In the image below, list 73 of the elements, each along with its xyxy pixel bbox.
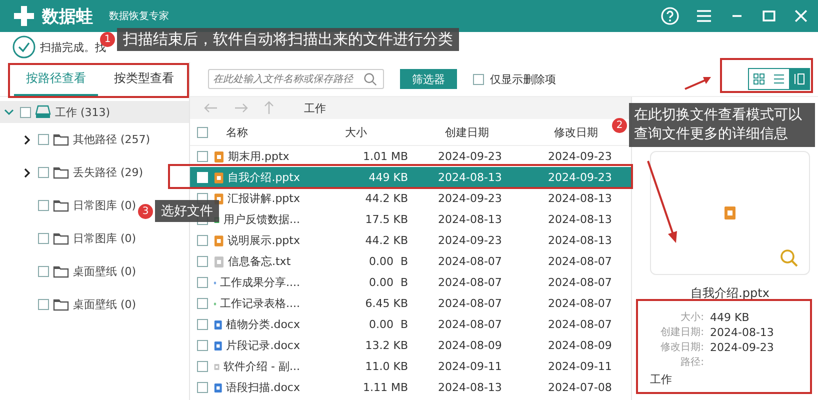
modified-date: 2024-08-13 — [547, 234, 613, 247]
file-size: 0.00 B — [368, 276, 409, 289]
detail-label: 修改日期: — [660, 340, 704, 355]
created-date: 2024-09-23 — [437, 234, 503, 247]
file-size: 449 KB — [368, 171, 409, 184]
modified-date: 2024-08-07 — [547, 255, 613, 268]
step-badge: 2 — [612, 118, 627, 132]
created-date: 2024-09-23 — [437, 192, 503, 205]
file-path: 工作 — [650, 372, 673, 387]
tree-label: 桌面壁纸 (0) — [73, 297, 136, 312]
modified-date: 2024-08-09 — [547, 339, 613, 352]
modified-date: 2024-08-13 — [547, 192, 613, 205]
file-name: 软件介绍 - 副... — [224, 359, 300, 374]
tree-label: 日常图库 (0) — [73, 231, 136, 246]
file-size: 13.2 KB — [364, 339, 409, 352]
breadcrumb: 工作 — [304, 100, 326, 116]
file-size: 1.11 MB — [362, 381, 409, 394]
tree-label: 其他路径 (257) — [73, 132, 150, 147]
preview-file-name: 自我介绍.pptx — [690, 285, 770, 302]
file-name: 信息备忘.txt — [228, 254, 291, 269]
file-size: 11.0 KB — [364, 360, 409, 373]
detail-value: 449 KB — [710, 310, 750, 325]
detail-label: 大小: — [680, 310, 704, 325]
modified-date: 2024-09-11 — [547, 360, 613, 373]
file-name: 语段扫描.docx — [226, 380, 300, 395]
modified-date: 2024-07-08 — [547, 381, 613, 394]
annotation-tooltip: 在此切换文件查看模式可以查询文件更多的详细信息 — [629, 103, 815, 147]
detail-label: 路径: — [680, 356, 704, 370]
file-name: 自我介绍.pptx — [228, 170, 300, 185]
created-date: 2024-08-13 — [437, 213, 503, 226]
created-date: 2024-08-07 — [437, 318, 503, 331]
created-date: 2024-08-07 — [437, 255, 503, 268]
created-date: 2024-08-13 — [437, 171, 503, 184]
file-size: 17.5 KB — [364, 213, 409, 226]
app-name: 数据蛙 — [42, 6, 93, 28]
created-date: 2024-08-07 — [437, 297, 503, 310]
created-date: 2024-08-13 — [437, 381, 503, 394]
tree-label: 桌面壁纸 (0) — [73, 264, 136, 279]
step-badge: 3 — [138, 204, 153, 218]
file-size: 1.01 MB — [362, 150, 409, 163]
modified-date: 2024-08-07 — [547, 276, 613, 289]
detail-value: 2024-08-13 — [710, 325, 775, 340]
file-size: 6.45 KB — [364, 297, 409, 310]
modified-date: 2024-08-07 — [547, 318, 613, 331]
modified-date: 2024-09-23 — [547, 150, 613, 163]
tree-label: 日常图库 (0) — [73, 198, 136, 213]
file-name: 说明展示.pptx — [228, 233, 300, 248]
modified-date: 2024-08-13 — [547, 213, 613, 226]
file-name: 期末用.pptx — [228, 149, 290, 164]
detail-label: 创建日期: — [660, 326, 704, 340]
created-date: 2024-08-07 — [437, 276, 503, 289]
checkbox-label: 仅显示删除项 — [490, 72, 556, 86]
file-size: 44.2 KB — [364, 234, 409, 247]
annotation-tooltip: 选好文件 — [155, 200, 219, 222]
tree-label: 工作 (313) — [55, 104, 110, 120]
file-name: 汇报讲解.pptx — [228, 191, 300, 206]
app-subtitle: 数据恢复专家 — [109, 10, 169, 23]
file-name: 工作成果分享.... — [220, 275, 300, 290]
created-date: 2024-08-09 — [437, 339, 503, 352]
file-name: 工作记录表格.... — [220, 296, 300, 311]
created-date: 2024-09-23 — [437, 150, 503, 163]
created-date: 2024-09-11 — [437, 360, 503, 373]
file-size: 44.2 KB — [364, 192, 409, 205]
file-name: 用户反馈数据... — [224, 212, 300, 227]
file-name: 片段记录.docx — [226, 338, 300, 353]
modified-date: 2024-08-07 — [547, 297, 613, 310]
annotation-tooltip: 扫描结束后，软件自动将扫描出来的文件进行分类 — [117, 28, 459, 51]
tree-label: 丢失路径 (29) — [73, 165, 144, 180]
file-name: 植物分类.docx — [226, 317, 300, 332]
detail-value: 2024-09-23 — [710, 340, 775, 355]
file-size: 0.00 B — [368, 255, 409, 268]
file-size: 0.00 B — [368, 318, 409, 331]
modified-date: 2024-09-23 — [547, 171, 613, 184]
